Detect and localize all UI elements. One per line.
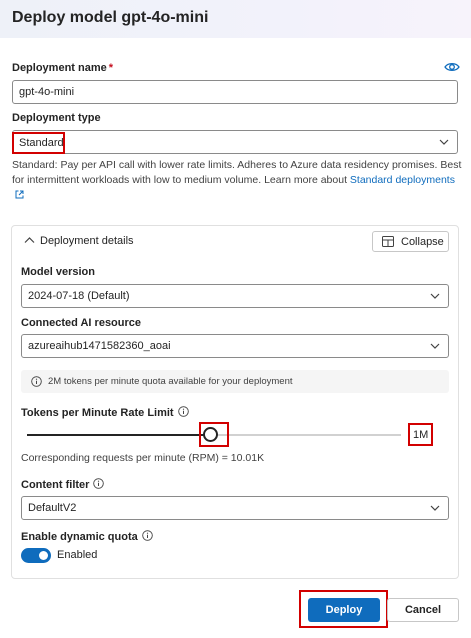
chevron-down-icon [439, 139, 449, 145]
dynamic-quota-label-text: Enable dynamic quota [21, 531, 138, 543]
info-icon[interactable] [177, 406, 189, 417]
info-icon[interactable] [141, 530, 153, 541]
cancel-button[interactable]: Cancel [387, 598, 459, 622]
info-icon[interactable] [93, 478, 105, 489]
dynamic-quota-toggle[interactable] [21, 548, 51, 563]
deployment-type-select[interactable]: Standard [12, 130, 458, 154]
content-filter-value: DefaultV2 [28, 502, 77, 514]
rpm-text: Corresponding requests per minute (RPM) … [21, 452, 265, 464]
deployment-name-label-text: Deployment name [12, 62, 107, 74]
deployment-name-value: gpt-4o-mini [19, 86, 75, 98]
model-version-label: Model version [21, 266, 95, 278]
chevron-down-icon [430, 343, 440, 349]
info-icon [31, 376, 42, 387]
chevron-down-icon [430, 505, 440, 511]
ai-resource-label: Connected AI resource [21, 317, 142, 329]
dialog-title: Deploy model gpt-4o-mini [12, 9, 209, 26]
slider-max-label: 1M [413, 429, 429, 441]
content-filter-label: Content filter [21, 478, 105, 491]
chevron-down-icon [430, 293, 440, 299]
collapse-button[interactable]: Collapse [372, 231, 449, 252]
content-filter-label-text: Content filter [21, 479, 90, 491]
ai-resource-select[interactable]: azureaihub1471582360_aoai [21, 334, 449, 358]
model-version-value: 2024-07-18 (Default) [28, 290, 130, 302]
ai-resource-value: azureaihub1471582360_aoai [28, 340, 171, 352]
deploy-button[interactable]: Deploy [308, 598, 380, 622]
deployment-type-description: Standard: Pay per API call with lower ra… [12, 158, 462, 203]
content-filter-select[interactable]: DefaultV2 [21, 496, 449, 520]
dynamic-quota-label: Enable dynamic quota [21, 530, 153, 543]
collapse-label: Collapse [401, 236, 444, 248]
rate-limit-slider-thumb[interactable] [202, 427, 218, 442]
slider-track[interactable] [210, 434, 401, 436]
deployment-name-label: Deployment name * [12, 62, 113, 74]
slider-track-filled [27, 434, 211, 436]
deployment-type-label: Deployment type [12, 112, 101, 124]
rate-limit-label: Tokens per Minute Rate Limit [21, 406, 189, 419]
quota-info-bar: 2M tokens per minute quota available for… [21, 370, 449, 393]
dialog-header: Deploy model gpt-4o-mini [0, 0, 471, 38]
required-mark: * [108, 62, 114, 74]
quota-info-text: 2M tokens per minute quota available for… [48, 376, 293, 387]
eye-icon[interactable] [444, 60, 460, 74]
deployment-details-panel [11, 225, 459, 579]
open-external-icon[interactable] [15, 190, 24, 199]
model-version-select[interactable]: 2024-07-18 (Default) [21, 284, 449, 308]
deployment-type-value: Standard [19, 137, 64, 149]
toggle-knob [39, 551, 48, 560]
deployment-name-input[interactable]: gpt-4o-mini [12, 80, 458, 104]
chevron-up-icon[interactable] [24, 236, 35, 244]
dynamic-quota-state: Enabled [57, 549, 98, 561]
collapse-panel-icon [382, 236, 394, 247]
standard-deployments-link[interactable]: Standard deployments [350, 174, 455, 186]
rate-limit-label-text: Tokens per Minute Rate Limit [21, 407, 174, 419]
deployment-details-heading[interactable]: Deployment details [40, 235, 134, 247]
